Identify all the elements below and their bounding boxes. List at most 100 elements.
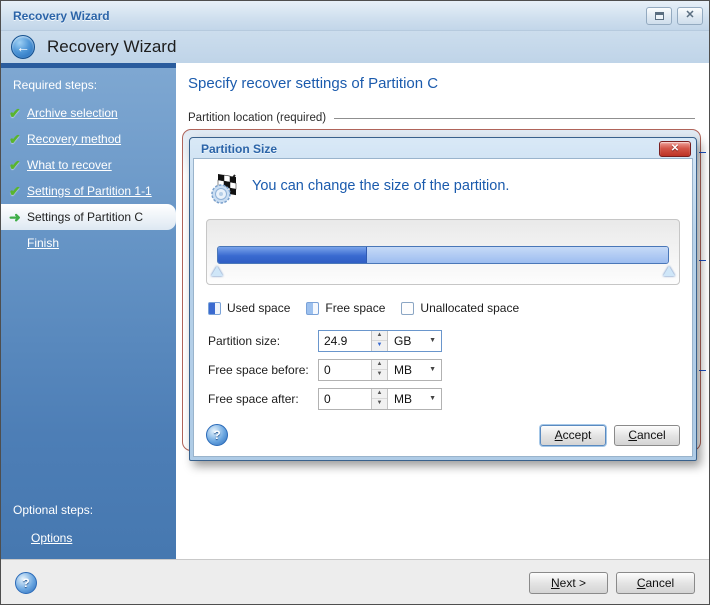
partition-flag-icon (208, 171, 242, 205)
used-space-swatch-icon (208, 302, 221, 315)
dialog-message-row: You can change the size of the partition… (194, 159, 692, 213)
optional-steps-label: Optional steps: (1, 493, 176, 525)
section-rule (334, 118, 695, 119)
restore-button[interactable] (646, 7, 672, 25)
unallocated-space-swatch-icon (401, 302, 414, 315)
legend-label: Used space (227, 301, 290, 315)
back-button[interactable]: ← (11, 35, 35, 59)
accesskey: A (555, 428, 563, 442)
button-label: ancel (645, 576, 674, 590)
free-space-after-input[interactable]: 0 ▲ ▼ MB ▼ (318, 388, 442, 410)
spin-up-icon[interactable]: ▲ (372, 389, 387, 399)
sidebar-step-settings-partition-c[interactable]: ➜ Settings of Partition C (1, 204, 176, 230)
restore-icon (655, 12, 664, 20)
wizard-body: Required steps: ✔ Archive selection ✔ Re… (1, 63, 709, 559)
partition-size-row: Partition size: 24.9 ▲ ▼ GB ▼ (208, 329, 678, 352)
spin-down-icon[interactable]: ▼ (372, 340, 387, 351)
partition-size-value[interactable]: 24.9 (319, 331, 371, 351)
window-title: Recovery Wizard (13, 9, 641, 23)
sidebar-step-archive-selection[interactable]: ✔ Archive selection (1, 100, 176, 126)
obscured-link-fragment[interactable] (699, 251, 706, 261)
free-space-swatch-icon (306, 302, 319, 315)
wizard-cancel-button[interactable]: Cancel (616, 572, 695, 594)
steps-sidebar: Required steps: ✔ Archive selection ✔ Re… (1, 63, 176, 559)
check-icon: ✔ (9, 157, 27, 174)
unit-label: GB (388, 334, 429, 348)
accept-button[interactable]: Accept (540, 425, 606, 446)
window-close-button[interactable]: ✕ (677, 7, 703, 25)
free-space-after-unit-dropdown[interactable]: MB ▼ (388, 389, 441, 409)
slider-free-segment (367, 247, 669, 263)
check-icon: ✔ (9, 105, 27, 122)
space-legend: Used space Free space Unallocated space (208, 301, 678, 315)
dialog-titlebar[interactable]: Partition Size ✕ (193, 138, 693, 158)
free-space-before-row: Free space before: 0 ▲ ▼ MB ▼ (208, 358, 678, 381)
slider-left-handle[interactable] (211, 266, 223, 276)
spin-down-icon[interactable]: ▼ (372, 398, 387, 409)
sidebar-step-options[interactable]: Options (1, 525, 176, 551)
next-button[interactable]: Next > (529, 572, 608, 594)
free-space-after-spinner[interactable]: ▲ ▼ (371, 389, 388, 409)
legend-label: Unallocated space (420, 301, 519, 315)
step-label: Recovery method (27, 132, 121, 146)
partition-location-section: Partition location (required) (188, 112, 695, 124)
button-label: ext > (560, 576, 586, 590)
step-label: Settings of Partition 1-1 (27, 184, 152, 198)
question-icon: ? (22, 576, 29, 590)
spin-down-icon[interactable]: ▼ (372, 369, 387, 380)
partition-size-dialog: Partition Size ✕ (189, 137, 697, 461)
dialog-title: Partition Size (201, 142, 659, 156)
spin-up-icon[interactable]: ▲ (372, 360, 387, 370)
button-label: ccept (563, 428, 592, 442)
sidebar-step-settings-partition-1-1[interactable]: ✔ Settings of Partition 1-1 (1, 178, 176, 204)
dialog-body: You can change the size of the partition… (193, 158, 693, 457)
obscured-link-fragment[interactable] (699, 361, 706, 371)
main-content: Specify recover settings of Partition C … (176, 63, 709, 559)
free-space-before-input[interactable]: 0 ▲ ▼ MB ▼ (318, 359, 442, 381)
partition-size-unit-dropdown[interactable]: GB ▼ (388, 331, 441, 351)
free-space-before-value[interactable]: 0 (319, 360, 371, 380)
check-icon: ✔ (9, 131, 27, 148)
back-arrow-icon: ← (16, 39, 30, 55)
wizard-title: Recovery Wizard (47, 37, 176, 57)
step-label: Options (31, 531, 72, 545)
button-label: ancel (637, 428, 666, 442)
optional-steps-group: Optional steps: Options (1, 493, 176, 551)
dialog-footer: ? Accept Cancel (194, 416, 692, 456)
sidebar-step-recovery-method[interactable]: ✔ Recovery method (1, 126, 176, 152)
dialog-help-button[interactable]: ? (206, 424, 228, 446)
dialog-cancel-button[interactable]: Cancel (614, 425, 680, 446)
sidebar-step-finish[interactable]: Finish (1, 230, 176, 256)
free-space-before-unit-dropdown[interactable]: MB ▼ (388, 360, 441, 380)
slider-right-handle[interactable] (663, 266, 675, 276)
free-space-after-row: Free space after: 0 ▲ ▼ MB ▼ (208, 387, 678, 410)
spin-up-icon[interactable]: ▲ (372, 331, 387, 341)
field-label: Partition size: (208, 334, 318, 348)
legend-used-space: Used space (208, 301, 290, 315)
sidebar-step-what-to-recover[interactable]: ✔ What to recover (1, 152, 176, 178)
slider-used-segment (218, 247, 367, 263)
step-label: Archive selection (27, 106, 118, 120)
legend-free-space: Free space (306, 301, 385, 315)
close-icon: ✕ (671, 144, 679, 154)
partition-size-input[interactable]: 24.9 ▲ ▼ GB ▼ (318, 330, 442, 352)
free-space-before-spinner[interactable]: ▲ ▼ (371, 360, 388, 380)
required-steps-label: Required steps: (1, 68, 176, 100)
free-space-after-value[interactable]: 0 (319, 389, 371, 409)
wizard-help-button[interactable]: ? (15, 572, 37, 594)
unit-label: MB (388, 363, 429, 377)
obscured-link-fragment[interactable] (699, 143, 706, 153)
accesskey: N (551, 576, 560, 590)
window-titlebar: Recovery Wizard ✕ (1, 1, 709, 31)
accesskey: C (628, 428, 637, 442)
size-fields: Partition size: 24.9 ▲ ▼ GB ▼ (208, 329, 678, 416)
step-label: Settings of Partition C (27, 210, 143, 224)
dialog-close-button[interactable]: ✕ (659, 141, 691, 157)
field-label: Free space before: (208, 363, 318, 377)
chevron-down-icon: ▼ (429, 395, 441, 402)
partition-size-spinner[interactable]: ▲ ▼ (371, 331, 388, 351)
legend-label: Free space (325, 301, 385, 315)
unit-label: MB (388, 392, 429, 406)
close-icon: ✕ (685, 10, 694, 21)
slider-track[interactable] (217, 246, 669, 264)
